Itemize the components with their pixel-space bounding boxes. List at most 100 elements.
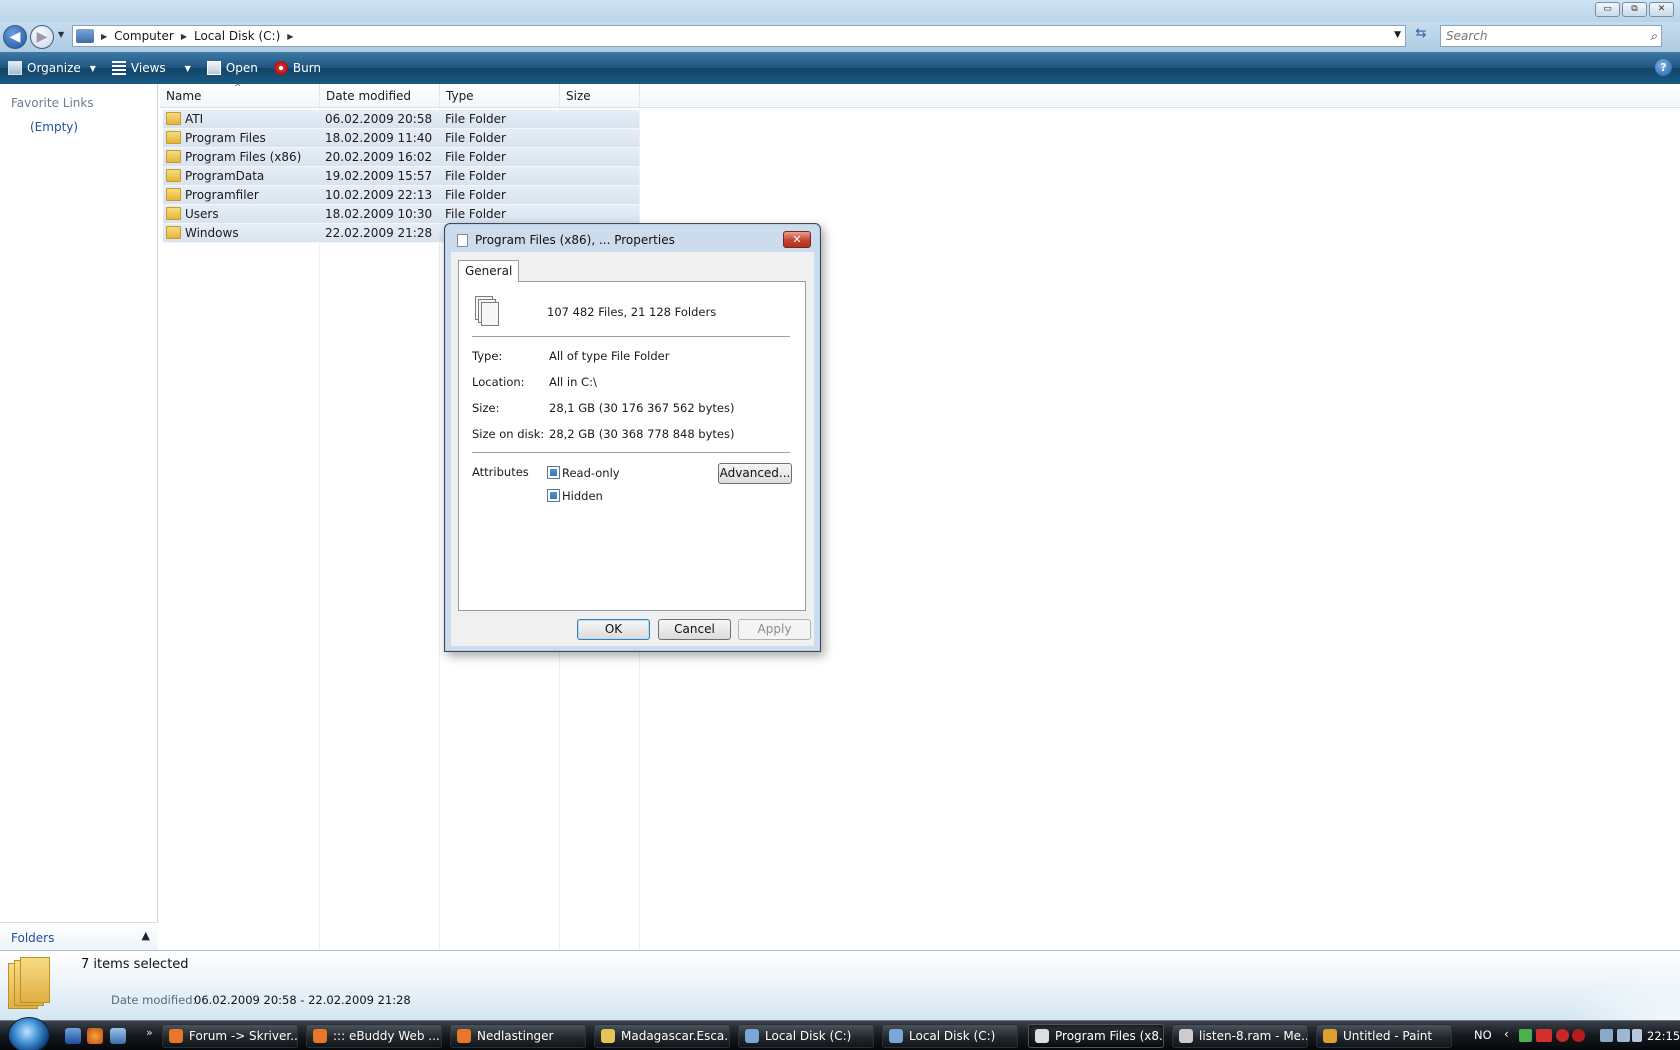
address-dropdown-icon[interactable]: ▼ <box>1394 30 1401 40</box>
hidden-checkbox[interactable] <box>547 489 560 502</box>
folder-icon <box>166 112 181 125</box>
power-icon[interactable] <box>1632 1029 1642 1042</box>
taskbar-button-label: Local Disk (C:) <box>909 1029 996 1043</box>
taskbar-button[interactable]: Forum -> Skriver... <box>162 1024 298 1048</box>
taskbar-button-label: ::: eBuddy Web ... <box>333 1029 440 1043</box>
antivirus-icon[interactable] <box>1572 1029 1585 1042</box>
dialog-body: General 107 482 Files, 21 128 Folders Ty… <box>451 252 814 646</box>
ok-button[interactable]: OK <box>577 619 650 640</box>
hidden-label[interactable]: Hidden <box>562 489 603 503</box>
column-type[interactable]: Type <box>440 84 560 108</box>
ati-icon[interactable] <box>1536 1029 1552 1042</box>
organize-button[interactable]: Organize ▼ <box>0 52 104 84</box>
network-icon[interactable] <box>1600 1029 1613 1042</box>
recent-pages-dropdown[interactable]: ▼ <box>58 30 64 39</box>
size-on-disk-value: 28,2 GB (30 368 778 848 bytes) <box>549 427 735 441</box>
network-share-icon[interactable] <box>1519 1029 1532 1042</box>
clock[interactable]: 22:15 <box>1647 1029 1680 1043</box>
dialog-title: Program Files (x86), ... Properties <box>475 233 675 247</box>
explorer-icon <box>889 1029 903 1043</box>
views-button[interactable]: Views ▼ <box>104 52 199 84</box>
burn-button[interactable]: Burn <box>266 52 329 84</box>
taskbar-button[interactable]: Nedlastinger <box>450 1024 586 1048</box>
refresh-icon: ⇆ <box>1415 26 1427 41</box>
window-controls: ▭ ⧉ ✕ <box>1595 2 1674 17</box>
breadcrumb-local-disk[interactable]: Local Disk (C:) <box>194 29 280 43</box>
restore-button[interactable]: ⧉ <box>1622 2 1647 17</box>
column-size[interactable]: Size <box>560 84 640 108</box>
forward-arrow-icon: ▶ <box>36 29 48 45</box>
search-box[interactable]: ⌕ <box>1440 25 1662 47</box>
help-icon[interactable]: ? <box>1655 59 1672 76</box>
favorite-links-empty: (Empty) <box>30 120 79 134</box>
cancel-button[interactable]: Cancel <box>658 619 731 640</box>
taskbar-button[interactable]: listen-8.ram - Me... <box>1172 1024 1308 1048</box>
column-date-modified[interactable]: Date modified <box>320 84 440 108</box>
address-row: ◀ ▶ ▼ ▶ Computer ▶ Local Disk (C:) ▶ ▼ ⇆… <box>0 22 1680 52</box>
date-modified-label: Date modified: <box>111 993 197 1007</box>
taskbar-button[interactable]: Local Disk (C:) <box>882 1024 1018 1048</box>
readonly-checkbox[interactable] <box>547 466 560 479</box>
address-bar[interactable]: ▶ Computer ▶ Local Disk (C:) ▶ ▼ <box>72 25 1406 47</box>
folders-toggle[interactable]: Folders ▲ <box>0 922 158 950</box>
chevron-right-icon[interactable]: ▶ <box>101 32 107 41</box>
burn-disc-icon <box>273 61 288 75</box>
close-window-button[interactable]: ✕ <box>1649 2 1674 17</box>
size-value: 28,1 GB (30 176 367 562 bytes) <box>549 401 735 415</box>
taskbar-button[interactable]: Local Disk (C:) <box>738 1024 874 1048</box>
column-name[interactable]: Name ^ <box>160 83 320 108</box>
open-button[interactable]: Open <box>199 52 266 84</box>
breadcrumb-computer[interactable]: Computer <box>114 29 174 43</box>
taskbar-button-active[interactable]: Program Files (x8... <box>1028 1024 1164 1048</box>
folder-stack-icon <box>8 957 54 1015</box>
start-button[interactable] <box>8 1017 50 1050</box>
forward-button[interactable]: ▶ <box>30 25 54 49</box>
readonly-label[interactable]: Read-only <box>562 466 620 480</box>
type-label: Type: <box>472 349 503 363</box>
file-date: 19.02.2009 15:57 <box>325 169 433 183</box>
chevron-right-icon[interactable]: ▶ <box>287 32 293 41</box>
file-date: 10.02.2009 22:13 <box>325 188 433 202</box>
search-input[interactable] <box>1446 29 1636 43</box>
file-row[interactable]: Program Files (x86) 20.02.2009 16:02 Fil… <box>163 148 639 167</box>
file-date: 06.02.2009 20:58 <box>325 112 433 126</box>
chevron-up-icon: ▲ <box>141 929 150 942</box>
file-list: Name ^ Date modified Type Size ATI 06.02… <box>160 83 1680 950</box>
taskbar-button[interactable]: ::: eBuddy Web ... <box>306 1024 442 1048</box>
show-hidden-icons-chevron[interactable]: ‹ <box>1504 1027 1509 1041</box>
taskbar-button[interactable]: Madagascar.Esca... <box>594 1024 730 1048</box>
tab-general[interactable]: General <box>458 260 520 282</box>
quick-launch-chevron[interactable]: » <box>146 1026 153 1039</box>
advanced-button[interactable]: Advanced... <box>718 463 792 484</box>
refresh-button[interactable]: ⇆ <box>1410 26 1432 46</box>
file-name: ATI <box>185 112 204 126</box>
file-row[interactable]: ProgramData 19.02.2009 15:57 File Folder <box>163 167 639 186</box>
file-name: ProgramData <box>185 169 265 183</box>
firefox-icon <box>313 1029 327 1043</box>
dialog-close-button[interactable]: ✕ <box>783 231 811 248</box>
properties-icon <box>1035 1029 1049 1043</box>
firefox-icon[interactable] <box>87 1028 103 1044</box>
minimize-button[interactable]: ▭ <box>1595 2 1620 17</box>
volume-icon[interactable] <box>1617 1029 1630 1042</box>
folder-icon <box>166 150 181 163</box>
language-indicator[interactable]: NO <box>1474 1028 1492 1042</box>
file-row[interactable]: ATI 06.02.2009 20:58 File Folder <box>163 110 639 129</box>
file-row[interactable]: Program Files 18.02.2009 11:40 File Fold… <box>163 129 639 148</box>
folder-icon <box>166 226 181 239</box>
search-icon[interactable]: ⌕ <box>1650 29 1657 44</box>
taskbar-button[interactable]: Untitled - Paint <box>1316 1024 1452 1048</box>
back-button[interactable]: ◀ <box>3 25 27 49</box>
chevron-right-icon[interactable]: ▶ <box>181 32 187 41</box>
file-row[interactable]: Users 18.02.2009 10:30 File Folder <box>163 205 639 224</box>
separator <box>472 452 790 453</box>
file-row[interactable]: Programfiler 10.02.2009 22:13 File Folde… <box>163 186 639 205</box>
chevron-down-icon: ▼ <box>184 63 191 73</box>
taskbar-button-label: listen-8.ram - Me... <box>1199 1029 1308 1043</box>
burn-label: Burn <box>292 61 322 75</box>
show-desktop-icon[interactable] <box>65 1028 81 1044</box>
switch-windows-icon[interactable] <box>110 1028 126 1044</box>
security-alert-icon[interactable] <box>1556 1029 1569 1042</box>
date-modified-value: 06.02.2009 20:58 - 22.02.2009 21:28 <box>194 993 411 1007</box>
apply-button[interactable]: Apply <box>738 619 811 640</box>
